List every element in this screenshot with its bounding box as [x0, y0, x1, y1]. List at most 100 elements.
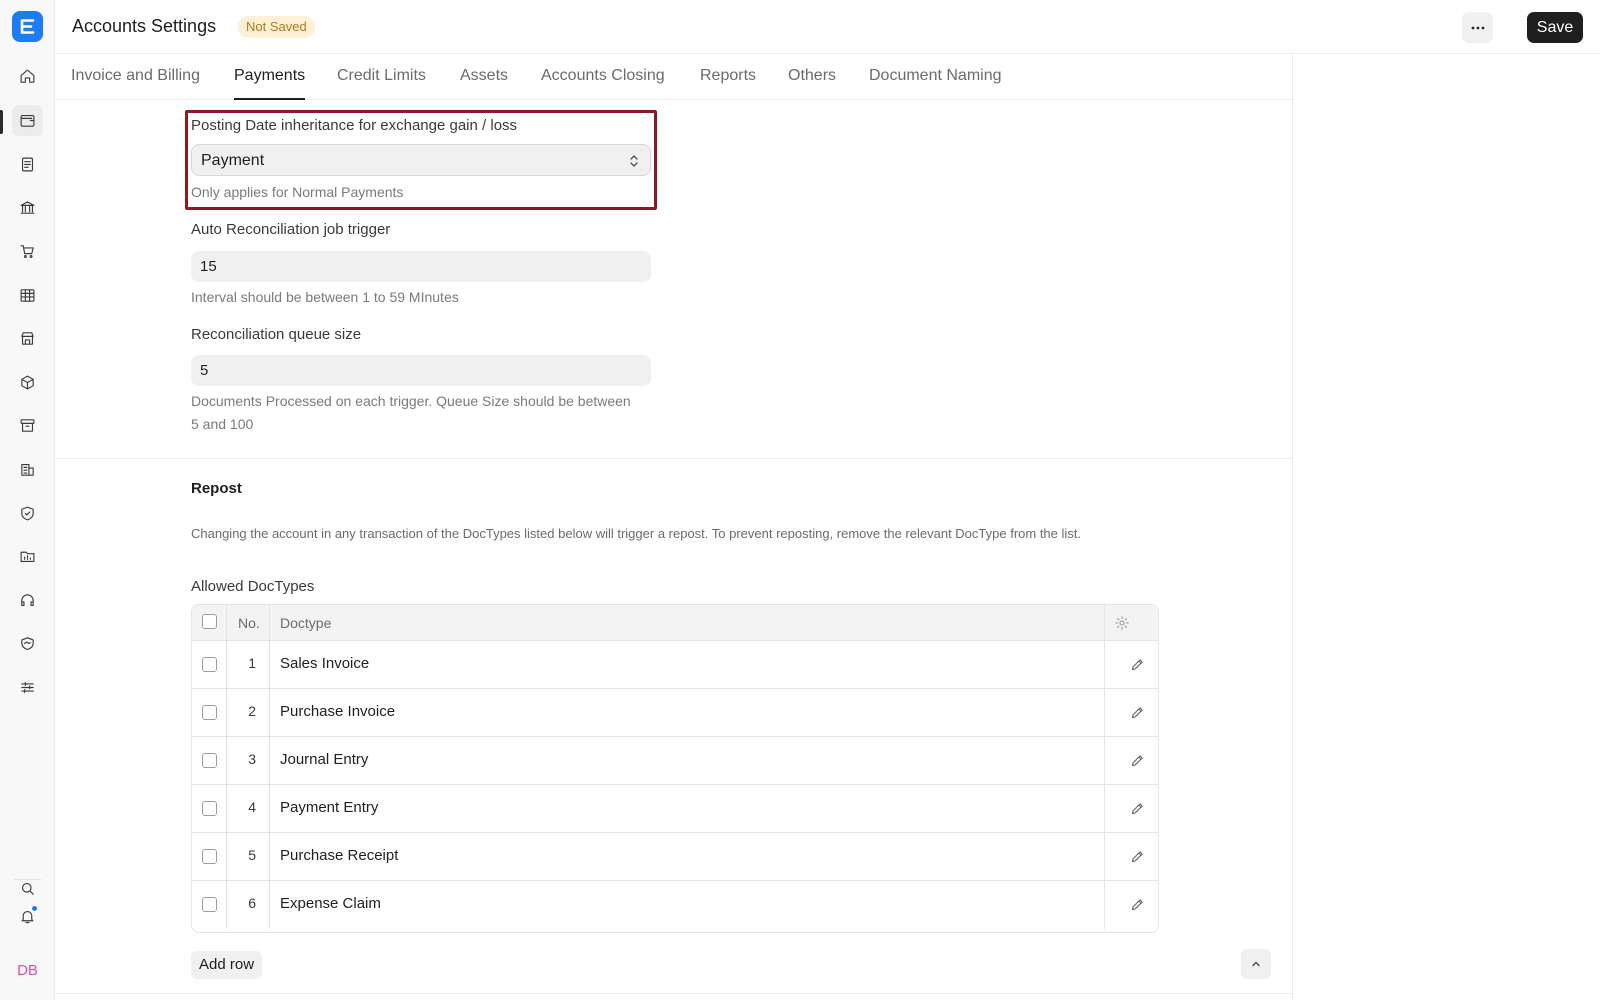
- highlight-box: [185, 110, 657, 210]
- tab-assets[interactable]: Assets: [460, 67, 508, 100]
- queue-size-label: Reconciliation queue size: [191, 326, 362, 343]
- edit-icon[interactable]: [1130, 657, 1145, 672]
- chevron-up-icon: [1252, 961, 1260, 967]
- row-checkbox[interactable]: [202, 753, 217, 768]
- tab-credit-limits[interactable]: Credit Limits: [337, 67, 426, 100]
- tab-reports[interactable]: Reports: [700, 67, 756, 100]
- row-number: 1: [248, 655, 256, 671]
- row-checkbox[interactable]: [202, 849, 217, 864]
- box-icon: [21, 375, 34, 390]
- status-badge: Not Saved: [238, 16, 315, 38]
- column-no: No.: [238, 615, 260, 631]
- repost-section-title: Repost: [191, 480, 242, 497]
- row-number: 3: [248, 751, 256, 767]
- row-checkbox[interactable]: [202, 897, 217, 912]
- table-row[interactable]: 3 Journal Entry: [192, 737, 1158, 785]
- row-checkbox[interactable]: [202, 705, 217, 720]
- sidebar-item-projects[interactable]: [12, 541, 43, 572]
- sidebar-item-settings[interactable]: [12, 672, 43, 703]
- row-number: 5: [248, 847, 256, 863]
- table-row[interactable]: 4 Payment Entry: [192, 785, 1158, 833]
- notifications-button[interactable]: [12, 901, 43, 932]
- sidebar-item-support[interactable]: [12, 585, 43, 616]
- more-options-button[interactable]: [1462, 12, 1493, 43]
- queue-size-value: 5: [200, 362, 209, 379]
- table-icon: [20, 289, 35, 302]
- sidebar-item-home[interactable]: [12, 61, 43, 92]
- row-checkbox[interactable]: [202, 657, 217, 672]
- tab-payments[interactable]: Payments: [234, 67, 306, 100]
- row-number: 6: [248, 895, 256, 911]
- avatar[interactable]: DB: [12, 955, 43, 986]
- table-row[interactable]: 6 Expense Claim: [192, 881, 1158, 929]
- sidebar-item-archive[interactable]: [12, 410, 43, 441]
- sidebar-item-bank[interactable]: [12, 192, 43, 223]
- home-icon: [20, 69, 35, 83]
- row-doctype[interactable]: Purchase Invoice: [280, 703, 395, 720]
- sidebar-item-quality[interactable]: [12, 498, 43, 529]
- tab-invoice-and-billing[interactable]: Invoice and Billing: [71, 67, 200, 100]
- allowed-doctypes-table: No. Doctype 1 Sales Invoice 2 Purchase I…: [191, 604, 1159, 933]
- edit-icon[interactable]: [1130, 753, 1145, 768]
- row-doctype[interactable]: Payment Entry: [280, 799, 378, 816]
- store-icon: [21, 332, 34, 345]
- row-number: 4: [248, 799, 256, 815]
- auto-reconciliation-value: 15: [200, 258, 217, 275]
- gear-icon[interactable]: [1114, 615, 1130, 631]
- folder-chart-icon: [20, 551, 35, 563]
- search-icon: [21, 882, 34, 895]
- page-title: Accounts Settings: [72, 16, 217, 36]
- sidebar-item-buying[interactable]: [12, 236, 43, 267]
- page-header: Accounts Settings Not Saved Save: [55, 0, 1600, 54]
- search-button[interactable]: [12, 873, 43, 904]
- sidebar: DB: [0, 0, 55, 1000]
- sidebar-item-store[interactable]: [12, 323, 43, 354]
- table-header: No. Doctype: [192, 605, 1158, 641]
- allowed-doctypes-label: Allowed DocTypes: [191, 578, 315, 595]
- tab-bar: Invoice and Billing Payments Credit Limi…: [55, 54, 1293, 100]
- ellipsis-icon: [1471, 26, 1484, 29]
- sliders-icon: [21, 681, 34, 694]
- tab-accounts-closing[interactable]: Accounts Closing: [541, 67, 665, 100]
- archive-icon: [20, 419, 35, 432]
- tab-others[interactable]: Others: [788, 67, 836, 100]
- queue-size-input[interactable]: 5: [191, 355, 651, 386]
- select-all-checkbox[interactable]: [202, 614, 217, 629]
- table-row[interactable]: 2 Purchase Invoice: [192, 689, 1158, 737]
- tab-document-naming[interactable]: Document Naming: [869, 67, 1002, 100]
- collapse-section-button[interactable]: [1241, 949, 1271, 979]
- sidebar-item-buildings[interactable]: [12, 454, 43, 485]
- row-doctype[interactable]: Purchase Receipt: [280, 847, 398, 864]
- cart-icon: [20, 245, 34, 258]
- save-button[interactable]: Save: [1527, 12, 1583, 43]
- auto-reconciliation-input[interactable]: 15: [191, 251, 651, 282]
- bank-icon: [20, 201, 35, 214]
- sidebar-item-stock[interactable]: [12, 367, 43, 398]
- row-doctype[interactable]: Expense Claim: [280, 895, 381, 912]
- edit-icon[interactable]: [1130, 705, 1145, 720]
- sidebar-item-documents[interactable]: [12, 149, 43, 180]
- section-bottom-divider: [55, 993, 1293, 994]
- row-doctype[interactable]: Sales Invoice: [280, 655, 369, 672]
- edit-icon[interactable]: [1130, 801, 1145, 816]
- wallet-icon: [20, 114, 35, 127]
- document-icon: [21, 157, 34, 172]
- edit-icon[interactable]: [1130, 849, 1145, 864]
- shield-icon: [21, 506, 34, 521]
- app-logo[interactable]: [12, 11, 43, 42]
- table-row[interactable]: 1 Sales Invoice: [192, 641, 1158, 689]
- row-checkbox[interactable]: [202, 801, 217, 816]
- auto-reconciliation-help: Interval should be between 1 to 59 MInut…: [191, 289, 459, 305]
- logo-e-icon: [20, 19, 35, 34]
- row-doctype[interactable]: Journal Entry: [280, 751, 368, 768]
- sidebar-item-accounting[interactable]: [12, 105, 43, 136]
- add-row-button[interactable]: Add row: [191, 951, 263, 979]
- sidebar-item-crm[interactable]: [12, 628, 43, 659]
- repost-description: Changing the account in any transaction …: [191, 526, 1082, 541]
- headset-icon: [21, 594, 34, 607]
- edit-icon[interactable]: [1130, 897, 1145, 912]
- sidebar-item-table[interactable]: [12, 280, 43, 311]
- notification-dot: [31, 905, 38, 912]
- section-divider: [55, 458, 1293, 459]
- table-row[interactable]: 5 Purchase Receipt: [192, 833, 1158, 881]
